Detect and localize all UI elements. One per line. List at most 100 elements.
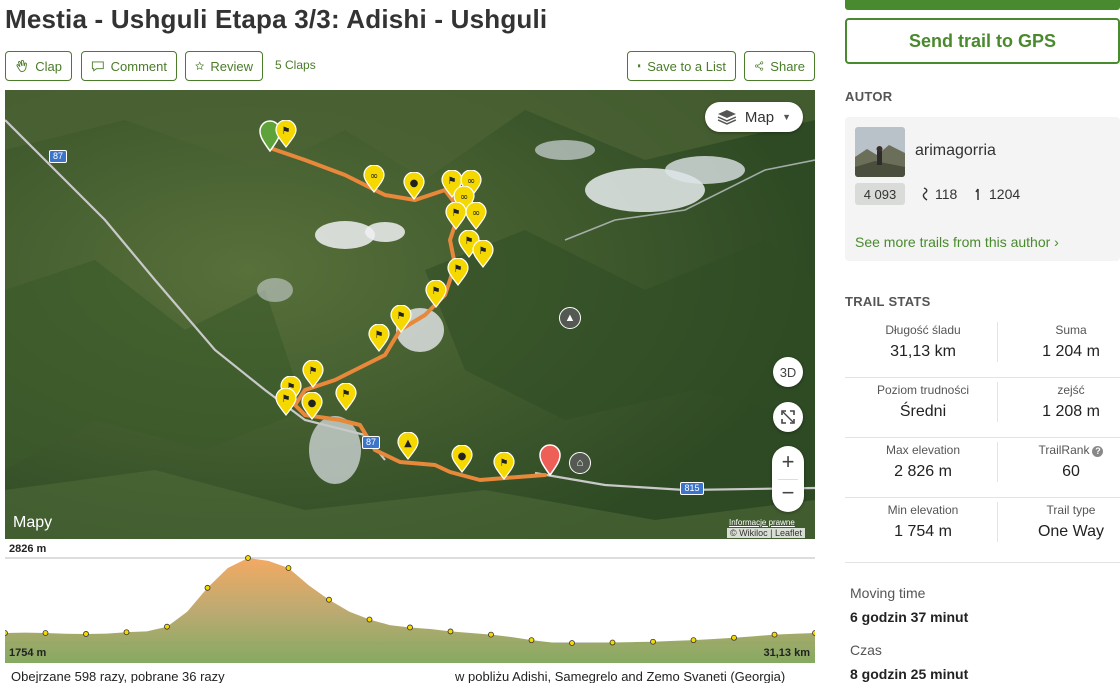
svg-text:⚑: ⚑ — [500, 458, 509, 469]
zoom-in-button[interactable]: + — [772, 449, 804, 475]
binoculars-waypoint-icon[interactable]: ∞ — [465, 201, 487, 230]
flag-waypoint-icon[interactable]: ⚑ — [445, 201, 467, 230]
elevation-waypoint-dot — [731, 634, 737, 641]
3d-button[interactable]: 3D — [773, 357, 803, 387]
trail-stats: Długość śladu 31,13 km Suma 1 204 m Poziom… — [845, 318, 1120, 558]
comment-label: Comment — [110, 58, 167, 74]
clap-icon — [16, 59, 27, 73]
stat-value: 31,13 km — [890, 343, 956, 360]
legal-link[interactable]: Informacje prawne — [729, 518, 795, 527]
svg-text:⚑: ⚑ — [342, 389, 351, 400]
map-type-label: Map — [744, 108, 775, 126]
binoculars-waypoint-icon[interactable]: ∞ — [363, 164, 385, 193]
clap-button[interactable]: Clap — [5, 51, 72, 81]
trail-stats-title: TRAIL STATS — [845, 294, 931, 309]
stat-label: zejść — [1057, 383, 1085, 397]
flag-waypoint-icon[interactable]: ⚑ — [302, 359, 324, 388]
flag-waypoint-icon[interactable]: ⚑ — [472, 239, 494, 268]
camera-waypoint-icon[interactable]: ● — [301, 391, 323, 420]
author-section-title: AUTOR — [845, 89, 893, 104]
elevation-waypoint-dot — [488, 631, 494, 638]
end-pin-icon[interactable] — [538, 444, 562, 476]
flag-waypoint-icon[interactable]: ⚑ — [335, 382, 357, 411]
hut-icon[interactable]: ⌂ — [569, 452, 591, 474]
more-trails-link[interactable]: See more trails from this author › — [855, 234, 1059, 250]
share-button[interactable]: Share — [744, 51, 815, 81]
author-rank-badge: 4 093 — [855, 183, 905, 205]
stat-label: TrailRank — [1038, 443, 1090, 457]
elevation-waypoint-dot — [771, 631, 778, 638]
share-label: Share — [770, 58, 805, 74]
camera-waypoint-icon[interactable]: ● — [403, 171, 425, 200]
stat-label: Suma — [1055, 323, 1087, 337]
elevation-waypoint-dot — [650, 638, 656, 645]
summit-icon[interactable]: ▲ — [559, 307, 581, 329]
svg-text:⚑: ⚑ — [375, 330, 384, 341]
trail-icon — [922, 187, 928, 201]
layers-icon — [717, 110, 737, 125]
elevation-waypoint-dot — [83, 631, 89, 637]
location-text: w pobliżu Adishi, Samegrelo and Zemo Sva… — [455, 669, 786, 683]
map-attribution[interactable]: © Wikiloc | Leaflet — [727, 528, 805, 538]
distance-label: 31,13 km — [763, 647, 810, 659]
fullscreen-icon[interactable] — [773, 402, 803, 432]
chevron-down-icon: ▼ — [782, 112, 791, 122]
flag-waypoint-icon[interactable]: ⚑ — [447, 257, 469, 286]
apple-maps-logo: Mapy — [13, 514, 52, 532]
elevation-waypoint-dot — [407, 624, 413, 631]
clap-label: Clap — [35, 58, 62, 74]
stat-value: 1 204 m — [1042, 343, 1100, 360]
flag-waypoint-icon[interactable]: ⚑ — [425, 279, 447, 308]
elevation-waypoint-dot — [447, 628, 454, 635]
elevation-waypoint-dot — [366, 616, 373, 623]
road-shield-87: 87 — [362, 436, 380, 449]
svg-text:●: ● — [308, 398, 317, 409]
svg-text:⚑: ⚑ — [309, 366, 318, 377]
primary-action-bar[interactable] — [845, 0, 1120, 10]
flag-waypoint-icon[interactable]: ⚑ — [493, 451, 515, 480]
apple-maps-label: Mapy — [13, 514, 53, 531]
zoom-out-button[interactable]: − — [772, 480, 804, 506]
elevation-waypoint-dot — [5, 630, 8, 636]
view-stats: Obejrzane 598 razy, pobrane 36 razy — [11, 669, 225, 683]
svg-text:▲: ▲ — [404, 438, 412, 449]
review-label: Review — [210, 58, 253, 74]
bookmark-icon — [638, 64, 641, 68]
author-followers-count: 1204 — [975, 186, 1020, 202]
total-time-label: Czas — [850, 642, 882, 658]
warning-waypoint-icon[interactable]: ▲ — [397, 431, 419, 460]
svg-text:⚑: ⚑ — [397, 311, 406, 322]
elevation-waypoint-dot — [609, 639, 616, 646]
claps-count[interactable]: 5 Claps — [275, 58, 316, 72]
avatar[interactable] — [855, 127, 905, 177]
stat-row: Min elevation 1 754 m Trail type One Way — [845, 498, 1120, 558]
comment-button[interactable]: Comment — [81, 51, 177, 81]
stat-row: Max elevation 2 826 m TrailRank? 60 — [845, 438, 1120, 498]
stat-label: Max elevation — [885, 443, 961, 457]
svg-text:⚑: ⚑ — [432, 286, 441, 297]
stat-label: Długość śladu — [885, 323, 961, 337]
comment-icon — [91, 61, 104, 72]
elevation-area — [5, 558, 815, 663]
svg-text:●: ● — [410, 178, 419, 189]
author-followers-value: 1204 — [989, 186, 1021, 202]
elevation-waypoint-dot — [326, 596, 332, 603]
stat-row: Poziom trudności Średni zejść 1 208 m — [845, 378, 1120, 438]
stat-label: Min elevation — [887, 503, 959, 517]
camera-waypoint-icon[interactable]: ● — [451, 444, 473, 473]
time-section: Moving time 6 godzin 37 minut Czas 8 god… — [845, 562, 1120, 683]
elevation-profile[interactable]: 2826 m 1754 m 31,13 km — [5, 540, 815, 664]
author-name[interactable]: arimagorria — [915, 142, 996, 160]
send-to-gps-button[interactable]: Send trail to GPS — [845, 18, 1120, 64]
flag-waypoint-icon[interactable]: ⚑ — [275, 119, 297, 148]
svg-text:⚑: ⚑ — [282, 126, 291, 137]
flag-waypoint-icon[interactable]: ⚑ — [275, 387, 297, 416]
trail-map[interactable]: 87 87 815 ⚑ ∞ ● ⚑ ∞ ∞ ⚑ ∞ ⚑ ⚑ ⚑ ⚑ ⚑ ⚑ ⚑ ⚑ ⚑ ● ⚑ ▲ ● ⚑ ▲ ⌂ Map… — [5, 90, 815, 539]
info-icon[interactable]: ? — [1092, 446, 1104, 457]
map-type-selector[interactable]: Map ▼ — [705, 102, 803, 132]
save-to-list-button[interactable]: Save to a List — [627, 51, 736, 81]
flag-waypoint-icon[interactable]: ⚑ — [390, 304, 412, 333]
flag-waypoint-icon[interactable]: ⚑ — [368, 323, 390, 352]
elevation-waypoint-dot — [204, 584, 211, 591]
review-button[interactable]: Review — [185, 51, 263, 81]
